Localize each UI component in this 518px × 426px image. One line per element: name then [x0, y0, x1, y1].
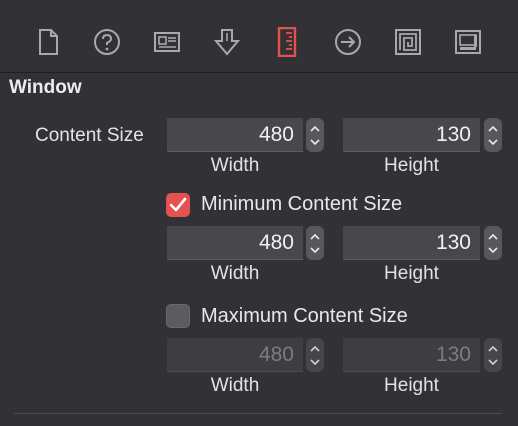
- content-size-label: Content Size: [35, 125, 144, 146]
- chevron-up-icon[interactable]: [488, 233, 498, 240]
- checkmark-icon: [169, 197, 187, 212]
- chevron-down-icon: [310, 358, 320, 365]
- maximum-height-label: Height: [384, 375, 439, 396]
- chevron-down-icon[interactable]: [310, 246, 320, 253]
- content-height-label: Height: [384, 155, 439, 176]
- chevron-down-icon[interactable]: [488, 246, 498, 253]
- chevron-up-icon[interactable]: [310, 125, 320, 132]
- minimum-size-label[interactable]: Minimum Content Size: [201, 193, 402, 216]
- chevron-up-icon: [488, 345, 498, 352]
- section-title: Window: [9, 77, 82, 98]
- maximum-size-label[interactable]: Maximum Content Size: [201, 305, 408, 328]
- effects-icon[interactable]: [454, 28, 482, 56]
- help-icon[interactable]: [93, 28, 121, 56]
- content-width-stepper[interactable]: [306, 118, 324, 152]
- connections-icon[interactable]: [334, 28, 362, 56]
- chevron-up-icon: [310, 345, 320, 352]
- content-width-label: Width: [210, 155, 260, 176]
- section-divider: [14, 413, 502, 414]
- content-height-stepper[interactable]: [484, 118, 502, 152]
- bindings-icon[interactable]: [394, 28, 422, 56]
- chevron-down-icon[interactable]: [310, 138, 320, 145]
- content-height-field[interactable]: 130: [343, 118, 480, 152]
- chevron-down-icon: [488, 358, 498, 365]
- inspector-toolbar: [0, 0, 518, 72]
- size-icon[interactable]: [273, 27, 301, 57]
- maximum-height-stepper: [484, 338, 502, 372]
- minimum-width-label: Width: [210, 263, 260, 284]
- file-icon[interactable]: [34, 28, 62, 56]
- chevron-down-icon[interactable]: [488, 138, 498, 145]
- minimum-height-stepper[interactable]: [484, 226, 502, 260]
- content-width-field[interactable]: 480: [167, 118, 303, 152]
- maximum-width-label: Width: [210, 375, 260, 396]
- maximum-height-field: 130: [343, 338, 480, 372]
- minimum-width-field[interactable]: 480: [167, 226, 303, 260]
- maximum-width-stepper: [306, 338, 324, 372]
- minimum-size-checkbox[interactable]: [166, 193, 190, 217]
- chevron-up-icon[interactable]: [488, 125, 498, 132]
- chevron-up-icon[interactable]: [310, 233, 320, 240]
- attributes-icon[interactable]: [213, 28, 241, 56]
- maximum-width-field: 480: [167, 338, 303, 372]
- minimum-height-field[interactable]: 130: [343, 226, 480, 260]
- minimum-width-stepper[interactable]: [306, 226, 324, 260]
- toolbar-divider: [0, 72, 518, 73]
- maximum-size-checkbox[interactable]: [166, 304, 190, 328]
- identity-icon[interactable]: [153, 28, 181, 56]
- minimum-height-label: Height: [384, 263, 439, 284]
